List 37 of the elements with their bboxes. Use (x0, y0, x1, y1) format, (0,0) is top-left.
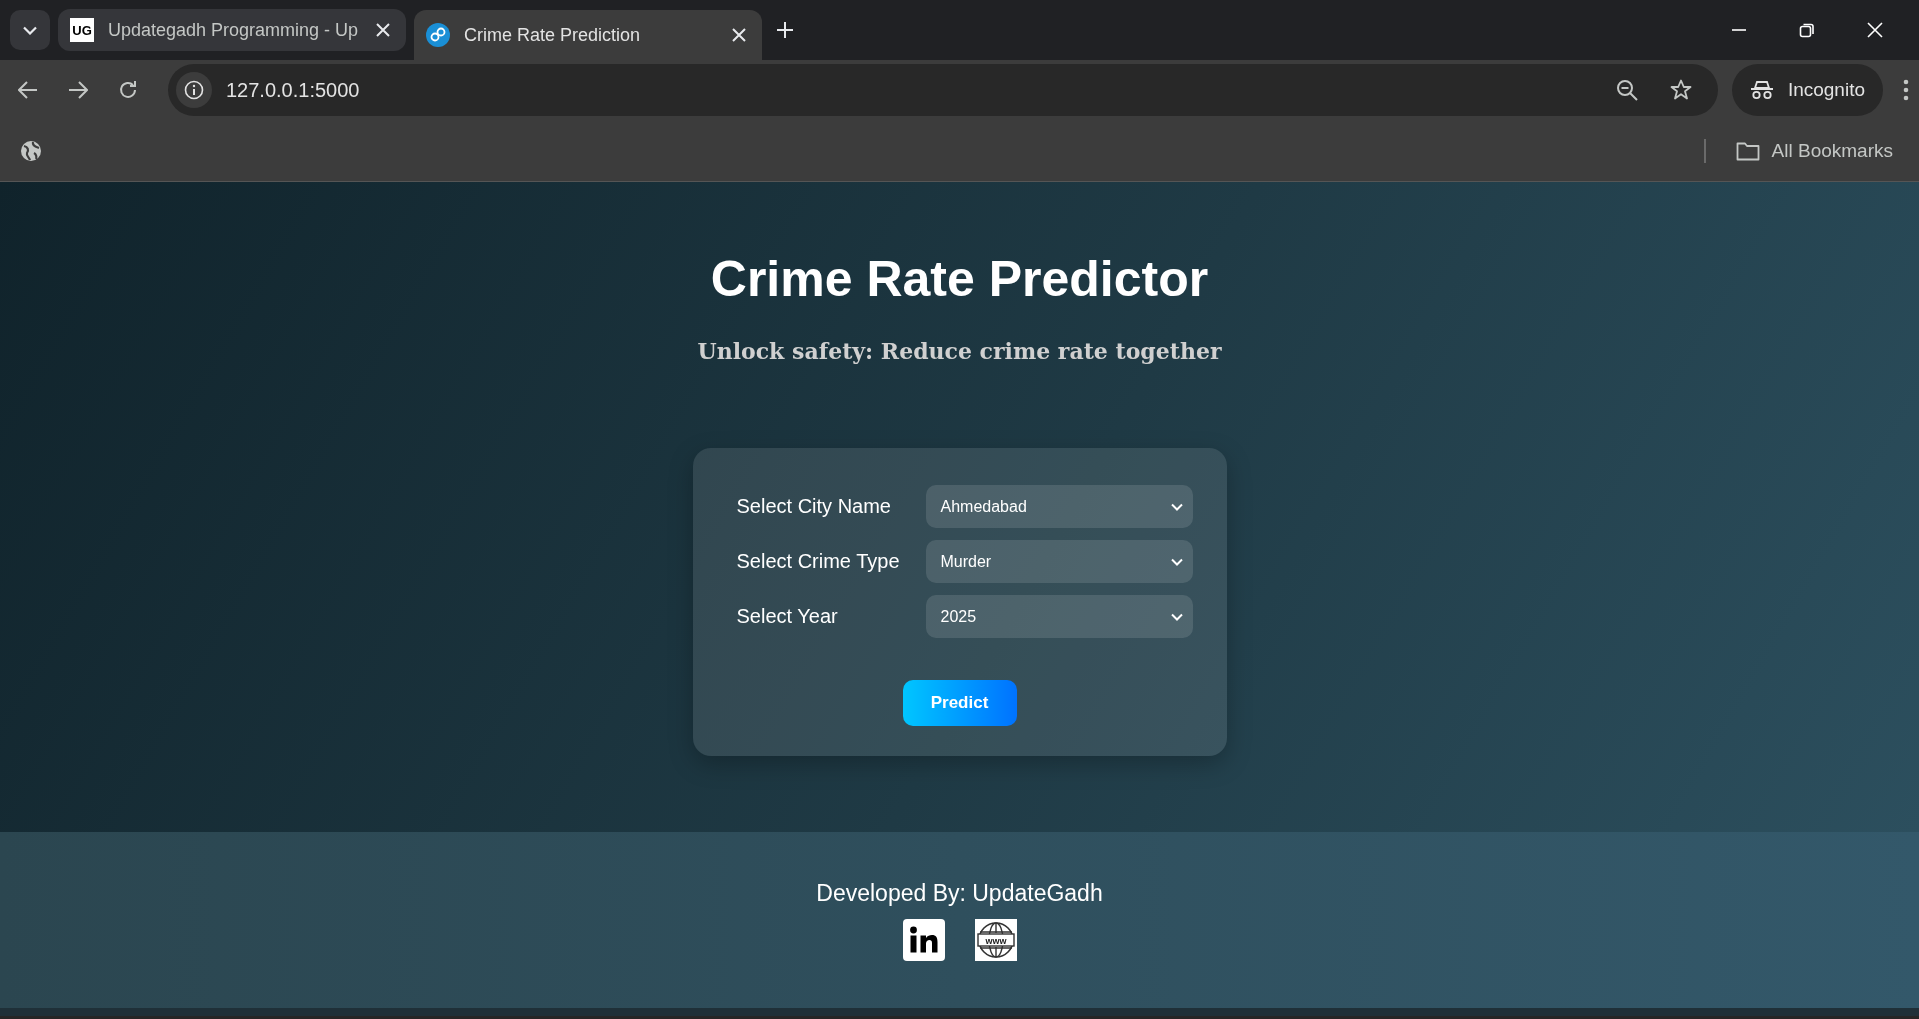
chevron-down-icon (1170, 557, 1183, 566)
in-logo-icon[interactable] (902, 919, 945, 961)
site-logo-icon: UG (70, 18, 94, 42)
restore-icon[interactable] (1799, 22, 1815, 38)
browser-tab[interactable]: UG Updategadh Programming - Up (58, 9, 406, 51)
back-arrow-icon[interactable] (18, 81, 38, 99)
chevron-down-icon (1170, 502, 1183, 511)
field-label: Select City Name (736, 495, 892, 518)
developer-credit: Developed By: UpdateGadh (816, 880, 1103, 907)
zoom-out-icon[interactable] (1615, 79, 1638, 101)
chevron-down-icon (23, 25, 37, 35)
menu-icon[interactable] (1903, 79, 1909, 101)
select-dropdown[interactable]: Ahmedabad (925, 485, 1193, 528)
close-icon[interactable] (732, 28, 746, 42)
field-label: Select Year (736, 605, 839, 628)
reload-icon[interactable] (118, 80, 138, 100)
all-bookmarks-button[interactable]: All Bookmarks (1729, 138, 1899, 163)
address-bar[interactable]: 127.0.0.1:5000 (168, 64, 1718, 116)
new-tab-icon[interactable] (776, 21, 794, 39)
page-subtitle: Unlock safety: Reduce crime rate together (697, 338, 1222, 364)
tab-search-button[interactable] (10, 10, 50, 50)
globe-icon[interactable]: www (974, 919, 1017, 961)
info-icon[interactable] (184, 80, 204, 100)
select-dropdown[interactable]: 2025 (925, 595, 1193, 638)
globe-icon[interactable] (20, 139, 42, 162)
page-title: Crime Rate Predictor (710, 250, 1209, 308)
browser-tab[interactable]: Crime Rate Prediction (414, 10, 762, 60)
incognito-icon (1749, 80, 1774, 100)
close-icon[interactable] (376, 23, 390, 37)
forward-arrow-icon[interactable] (68, 81, 88, 99)
folder-icon (1735, 140, 1760, 161)
field-label: Select Crime Type (736, 550, 901, 573)
select-dropdown[interactable]: Murder (925, 540, 1193, 583)
incognito-button[interactable]: Incognito (1731, 64, 1883, 116)
url-text: 127.0.0.1:5000 (226, 78, 361, 102)
chevron-down-icon (1170, 612, 1183, 621)
star-icon[interactable] (1669, 79, 1692, 101)
